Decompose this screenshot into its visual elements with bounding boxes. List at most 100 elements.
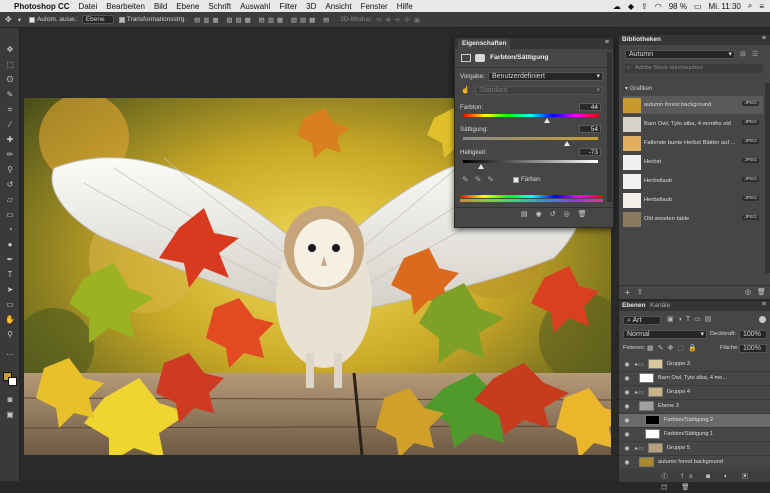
- eyedropper-tool-icon[interactable]: ⁄: [4, 119, 16, 131]
- tab-properties[interactable]: Eigenschaften: [458, 39, 511, 49]
- layer-row[interactable]: ◉ Farbton/Sättigung 1: [619, 428, 770, 442]
- hand-adjust-icon[interactable]: ☝: [461, 86, 470, 94]
- layer-name[interactable]: Barn Owl, Tyto alba, 4 mo...: [658, 375, 727, 381]
- visibility-eye-icon[interactable]: ◉: [622, 361, 632, 368]
- properties-scrollbar[interactable]: [607, 52, 612, 202]
- menu-ansicht[interactable]: Ansicht: [325, 2, 351, 11]
- tab-channels[interactable]: Kanäle: [650, 302, 670, 309]
- search-icon[interactable]: ⌕: [748, 1, 752, 11]
- folder-icon[interactable]: ▸▭: [635, 389, 644, 396]
- cloud-icon[interactable]: ☁: [613, 2, 621, 11]
- dodge-tool-icon[interactable]: ●: [4, 239, 16, 251]
- clone-stamp-tool-icon[interactable]: ⚲: [4, 164, 16, 176]
- wifi-icon[interactable]: ◠: [655, 2, 662, 11]
- layer-name[interactable]: Farbton/Sättigung 2: [664, 417, 713, 423]
- quick-select-tool-icon[interactable]: ✎: [4, 89, 16, 101]
- tab-layers[interactable]: Ebenen: [622, 302, 645, 309]
- visibility-eye-icon[interactable]: ◉: [622, 403, 632, 410]
- auto-select-checkbox[interactable]: [28, 16, 35, 23]
- lock-icons[interactable]: ▦✎✥⬚🔒: [647, 344, 701, 352]
- layer-name[interactable]: Ebene 3: [658, 403, 679, 409]
- gradient-tool-icon[interactable]: ▭: [4, 209, 16, 221]
- menu-hilfe[interactable]: Hilfe: [397, 2, 413, 11]
- upload-icon[interactable]: ⇪: [637, 288, 643, 296]
- library-scrollbar[interactable]: [765, 83, 770, 273]
- library-item[interactable]: Herbst JPEG: [623, 153, 763, 171]
- blur-tool-icon[interactable]: ◔: [4, 224, 16, 236]
- section-header[interactable]: ▾ Grafiken: [625, 85, 652, 92]
- app-menu[interactable]: Photoshop CC: [14, 2, 70, 11]
- layer-row[interactable]: ◉ ▸▭ Gruppe 5: [619, 442, 770, 456]
- folder-icon[interactable]: ▸▭: [635, 445, 644, 452]
- visibility-eye-icon[interactable]: ◉: [622, 417, 632, 424]
- visibility-eye-icon[interactable]: ◉: [622, 445, 632, 452]
- eyedropper-icons[interactable]: ✎✎✎: [462, 175, 500, 184]
- layer-row[interactable]: ◉ Ebene 3: [619, 400, 770, 414]
- move-tool-icon[interactable]: ✥: [4, 44, 16, 56]
- tool-preset-picker[interactable]: ▾: [18, 16, 21, 24]
- panel-menu-icon[interactable]: ≡: [762, 35, 766, 42]
- mask-icon[interactable]: [475, 54, 485, 62]
- menu-datei[interactable]: Datei: [79, 2, 98, 11]
- visibility-eye-icon[interactable]: ◉: [622, 375, 632, 382]
- saturation-value-input[interactable]: 54: [579, 125, 601, 133]
- menu-ebene[interactable]: Ebene: [176, 2, 199, 11]
- battery-percent[interactable]: 98 %: [669, 2, 687, 11]
- menu-schrift[interactable]: Schrift: [208, 2, 231, 11]
- library-item[interactable]: Herbstlaub JPEG: [623, 191, 763, 209]
- layers-footer-icons[interactable]: ⓕ fx ◙ ◐ ▣ ▤ 🗑: [619, 471, 770, 491]
- trash-icon[interactable]: 🗑: [757, 288, 766, 296]
- menu-filter[interactable]: Filter: [279, 2, 297, 11]
- marquee-tool-icon[interactable]: ⬚: [4, 59, 16, 71]
- path-select-tool-icon[interactable]: ➤: [4, 284, 16, 296]
- channel-dropdown[interactable]: Standard ▾: [475, 86, 603, 95]
- crop-tool-icon[interactable]: ⌗: [4, 104, 16, 116]
- library-item[interactable]: autumn forest background JPEG: [623, 96, 763, 114]
- hue-value-input[interactable]: 44: [579, 103, 601, 111]
- layer-row[interactable]: ◉ ▸▭ Gruppe 3: [619, 358, 770, 372]
- menu-3d[interactable]: 3D: [306, 2, 316, 11]
- layer-name[interactable]: Gruppe 3: [667, 361, 690, 367]
- add-icon[interactable]: +: [625, 288, 630, 297]
- type-tool-icon[interactable]: T: [4, 269, 16, 281]
- library-item[interactable]: Herbstlaub JPEG: [623, 172, 763, 190]
- panel-footer-icons[interactable]: ▤◉↺◎🗑: [521, 210, 595, 218]
- colorize-checkbox[interactable]: [513, 177, 519, 183]
- layer-name[interactable]: Farbton/Sättigung 1: [664, 431, 713, 437]
- folder-icon[interactable]: ▸▭: [635, 361, 644, 368]
- list-view-icon[interactable]: ☰: [752, 50, 758, 58]
- library-dropdown[interactable]: Autumn ▾: [625, 50, 735, 59]
- menu-auswahl[interactable]: Auswahl: [240, 2, 270, 11]
- document-canvas[interactable]: Eigenschaften ≡ Farbton/Sättigung Vorgab…: [21, 28, 618, 481]
- library-item[interactable]: Fallende bunte Herbst Blätter auf ... JPE…: [623, 134, 763, 152]
- align-buttons[interactable]: ▤▥▦ ▧▨▩ ▤▥▦ ▧▨▩ ▤: [194, 16, 332, 24]
- menu-list-icon[interactable]: ≡: [759, 2, 764, 11]
- blend-mode-dropdown[interactable]: Normal ▾: [623, 330, 707, 339]
- brush-tool-icon[interactable]: ✏: [4, 149, 16, 161]
- more-tools-icon[interactable]: …: [4, 347, 16, 359]
- panel-menu-icon[interactable]: ≡: [605, 39, 609, 46]
- quick-mask-icon[interactable]: ◙: [4, 394, 16, 406]
- layer-name[interactable]: Gruppe 5: [667, 445, 690, 451]
- visibility-eye-icon[interactable]: ◉: [622, 459, 632, 466]
- eraser-tool-icon[interactable]: ▱: [4, 194, 16, 206]
- layer-name[interactable]: Gruppe 4: [667, 389, 690, 395]
- upload-icon[interactable]: ⇪: [641, 2, 648, 11]
- menu-bild[interactable]: Bild: [154, 2, 167, 11]
- opacity-input[interactable]: 100%: [739, 330, 767, 339]
- 3d-mode-buttons[interactable]: ⟲✥✢✣▣: [376, 16, 424, 24]
- cc-sync-icon[interactable]: ◎: [745, 288, 751, 296]
- fill-input[interactable]: 100%: [739, 344, 767, 353]
- stock-search-input[interactable]: ⌕ Adobe Stock durchsuchen: [625, 64, 763, 73]
- auto-select-dropdown[interactable]: Ebene: [81, 15, 114, 24]
- preset-dropdown[interactable]: Benutzerdefiniert ▾: [488, 72, 603, 81]
- layer-row[interactable]: ◉ Barn Owl, Tyto alba, 4 mo...: [619, 372, 770, 386]
- library-item[interactable]: Barn Owl, Tyto alba, 4 months old JPEG: [623, 115, 763, 133]
- panel-menu-icon[interactable]: ≡: [762, 301, 766, 308]
- menu-bearbeiten[interactable]: Bearbeiten: [106, 2, 145, 11]
- clock[interactable]: Mi. 11:30: [709, 2, 741, 11]
- lightness-slider-thumb[interactable]: [478, 164, 485, 169]
- move-tool-icon[interactable]: ✥: [5, 15, 12, 24]
- transform-controls-checkbox[interactable]: [118, 16, 125, 23]
- layer-name[interactable]: autumn forest background: [658, 459, 723, 465]
